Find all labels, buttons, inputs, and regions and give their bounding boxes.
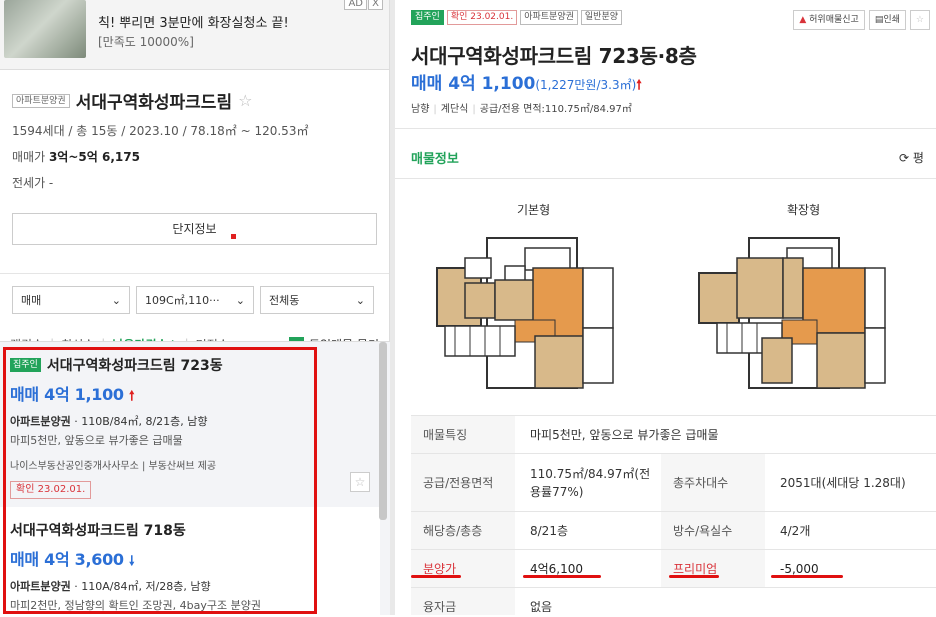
highlight-underline (523, 575, 601, 578)
listing-info: 아파트분양권 · 110B/84㎡, 8/21층, 남향 (10, 415, 208, 428)
floorplan-basic-label: 기본형 (517, 203, 551, 217)
owner-badge: 집주인 (10, 358, 41, 372)
listing-item[interactable]: 집주인 서대구역화성파크드림 723동 매매 4억 1,100 🠕 아파트분양권… (0, 342, 380, 505)
refresh-icon: ⟳ (899, 151, 910, 165)
highlight-underline (669, 575, 719, 578)
listing-info: 아파트분양권 · 110A/84㎡, 저/28층, 남향 (10, 580, 211, 593)
listing-title[interactable]: 서대구역화성파크드림 723동 (47, 355, 223, 375)
detail-title: 서대구역화성파크드림 723동·8층 (411, 44, 697, 68)
area-select[interactable]: 109C㎡,110··· ⌄ (136, 286, 254, 314)
favorite-star-icon[interactable]: ☆ (238, 91, 252, 110)
listing-price: 매매 4억 1,100 🠕 (10, 385, 135, 404)
table-row: 공급/전용면적 110.75㎡/84.97㎡(전용률77%) 총주차대수 205… (411, 454, 936, 512)
listing-price: 매매 4억 3,600 🠗 (10, 550, 135, 569)
favorite-star-icon[interactable]: ☆ (909, 10, 930, 30)
confirm-date-badge: 확인 23.02.01. (446, 10, 518, 25)
detail-tags: 집주인 확인 23.02.01. 아파트분양권 일반분양 (411, 10, 623, 25)
table-row: 해당층/총층 8/21층 방수/욕실수 4/2개 (411, 512, 936, 550)
detail-price: 매매 4억 1,100(1,227만원/3.3㎡)🠕 (411, 74, 642, 94)
listing-item[interactable]: 서대구역화성파크드림 718동 매매 4억 3,600 🠗 아파트분양권 · 1… (0, 507, 380, 617)
complex-name: 서대구역화성파크드림 (75, 93, 233, 113)
trade-type-select[interactable]: 매매 ⌄ (12, 286, 130, 314)
complex-type-badge: 아파트분양권 (12, 93, 70, 108)
floorplan-extended-image[interactable] (687, 228, 887, 393)
favorite-star-icon[interactable]: ☆ (350, 472, 370, 492)
sale-type-badge: 일반분양 (580, 10, 623, 25)
jeonse-price: 전세가 - (12, 176, 54, 190)
listing-description: 마피2천만, 정남향의 확트인 조망권, 4bay구조 분양권 (10, 599, 261, 612)
area-unit-toggle[interactable]: ⟳ 평 (899, 149, 924, 166)
siren-icon: ▲ (799, 15, 807, 25)
complex-summary: 아파트분양권 서대구역화성파크드림 ☆ 1594세대 / 총 15동 / 202… (0, 70, 389, 191)
ad-close-button[interactable]: X (368, 0, 383, 10)
table-row: 융자금 없음 (411, 588, 936, 615)
highlight-underline (771, 575, 843, 578)
listing-list: 집주인 서대구역화성파크드림 723동 매매 4억 1,100 🠕 아파트분양권… (0, 341, 390, 617)
ad-image[interactable] (4, 0, 86, 58)
chevron-down-icon: ⌄ (235, 293, 245, 307)
detail-subinfo: 남향 | 계단식 | 공급/전용 면적:110.75㎡/84.97㎡ (411, 104, 632, 115)
owner-badge: 집주인 (411, 10, 444, 25)
detail-panel: 집주인 확인 23.02.01. 아파트분양권 일반분양 ▲ 허위매물신고 ▤인… (395, 0, 936, 615)
ad-tag: AD (344, 0, 367, 10)
ad-banner[interactable]: 칙! 뿌리면 3분만에 화장실청소 끝! [만족도 10000%] AD X (0, 0, 389, 70)
report-button[interactable]: ▲ 허위매물신고 (793, 10, 865, 30)
chevron-down-icon: ⌄ (111, 293, 121, 307)
listing-agent: 나이스부동산공인중개사사무소 | 부동산써브 제공 (10, 461, 217, 472)
confirm-date-badge: 확인 23.02.01. (10, 481, 92, 499)
dong-select[interactable]: 전체동 ⌄ (260, 286, 374, 314)
chevron-down-icon: ⌄ (355, 293, 365, 307)
list-scrollbar[interactable] (379, 342, 387, 520)
floorplan-basic-image[interactable] (425, 228, 625, 393)
cursor-marker (231, 234, 236, 239)
complex-meta: 1594세대 / 총 15동 / 2023.10 / 78.18㎡ ~ 120.… (12, 124, 309, 138)
complex-info-button[interactable]: 단지정보 (12, 213, 377, 245)
arrow-up-icon: 🠕 (636, 78, 642, 93)
print-button[interactable]: ▤인쇄 (868, 10, 906, 30)
arrow-down-icon: 🠗 (129, 554, 135, 569)
listing-info-table: 매물특징 마피5천만, 앞동으로 뷰가좋은 급매물 공급/전용면적 110.75… (411, 415, 936, 615)
floorplan-extended-label: 확장형 (787, 203, 821, 217)
highlight-underline (411, 575, 461, 578)
ad-title[interactable]: 칙! 뿌리면 3분만에 화장실청소 끝! (98, 12, 289, 31)
arrow-up-icon: 🠕 (129, 389, 135, 404)
filter-bar: 매매 ⌄ 109C㎡,110··· ⌄ 전체동 ⌄ (0, 273, 389, 314)
listing-title[interactable]: 서대구역화성파크드림 718동 (10, 520, 380, 540)
sale-price-range: 매매가 3억~5억 6,175 (12, 150, 140, 164)
detail-tools: ▲ 허위매물신고 ▤인쇄 ☆ (793, 10, 930, 30)
tab-listing-info[interactable]: 매물정보 (411, 148, 459, 167)
table-row: 분양가 4억6,100 프리미엄 -5,000 (411, 550, 936, 588)
table-row: 매물특징 마피5천만, 앞동으로 뷰가좋은 급매물 (411, 416, 936, 454)
type-badge: 아파트분양권 (520, 10, 578, 25)
listing-description: 마피5천만, 앞동으로 뷰가좋은 급매물 (10, 434, 183, 447)
ad-subtitle[interactable]: [만족도 10000%] (98, 33, 194, 50)
